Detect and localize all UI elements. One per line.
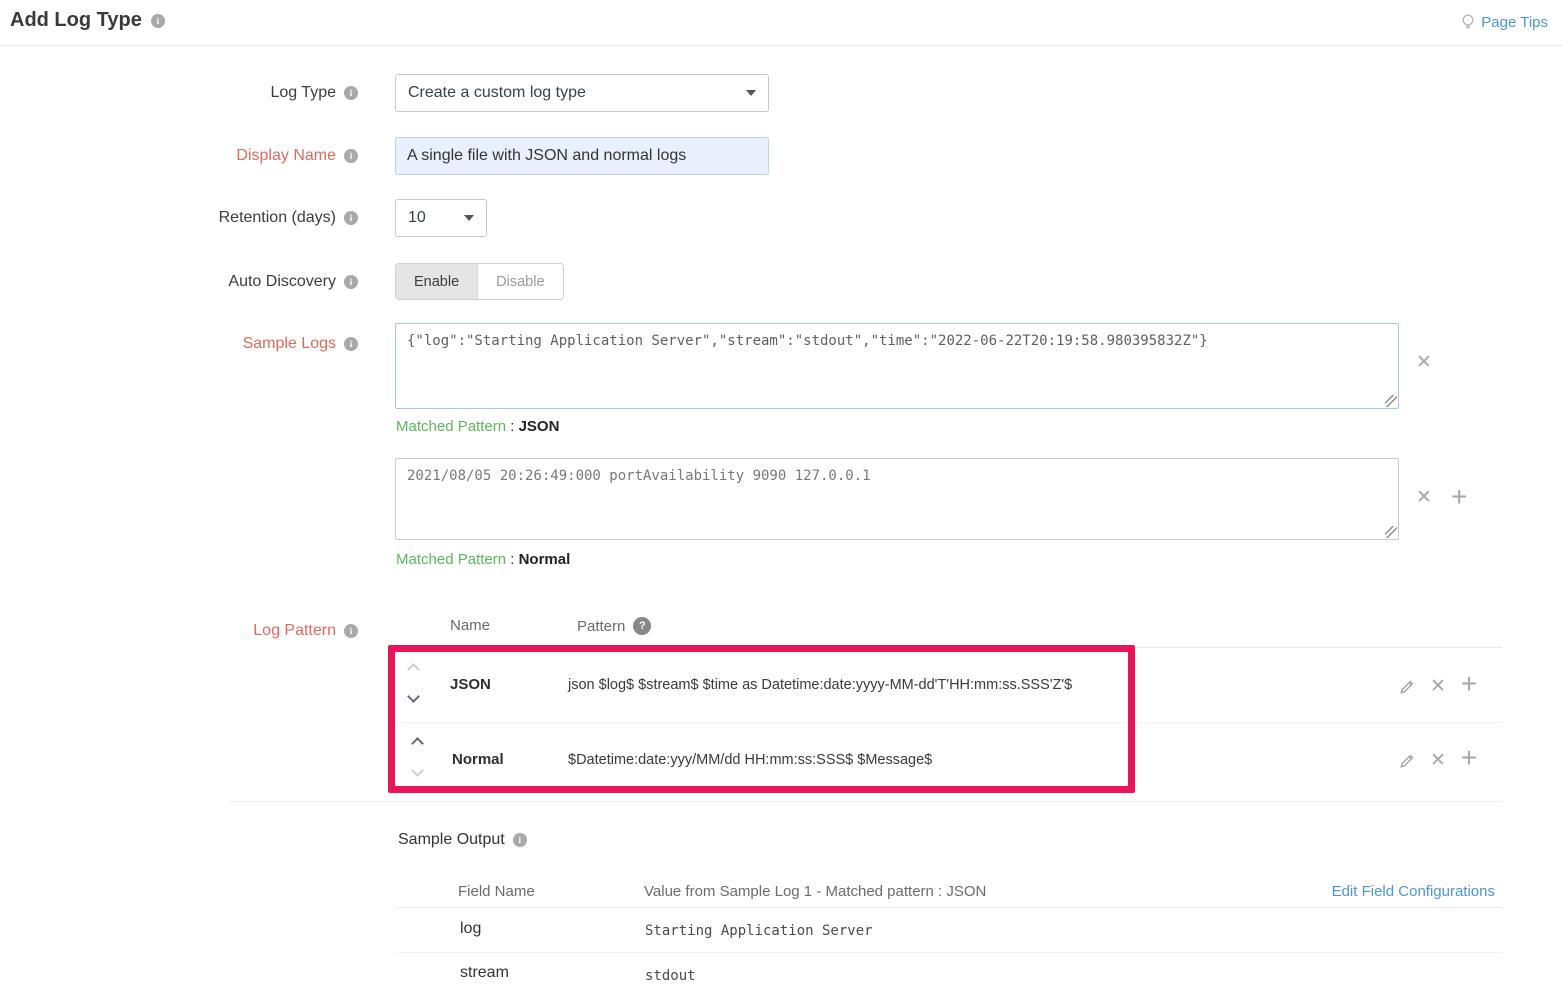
matched-pattern-2: Matched Pattern : Normal: [396, 551, 570, 568]
pattern-row-pattern: json $log$ $stream$ $time as Datetime:da…: [568, 677, 1072, 693]
edit-field-configurations-link[interactable]: Edit Field Configurations: [1332, 883, 1495, 900]
sample-output-label-text: Sample Output: [398, 831, 505, 849]
info-icon[interactable]: i: [344, 86, 358, 100]
retention-label-text: Retention (days): [219, 209, 336, 227]
output-field-name: stream: [460, 964, 509, 982]
move-down-json-icon[interactable]: [407, 690, 420, 703]
info-icon[interactable]: i: [344, 624, 358, 638]
display-name-label: Display Name i: [0, 137, 358, 175]
auto-discovery-label: Auto Discovery i: [0, 263, 358, 300]
sample-log-entry-1: {"log":"Starting Application Server","st…: [395, 323, 1399, 409]
add-log-type-page: Add Log Type i Page Tips Log Type i Crea…: [0, 0, 1562, 992]
matched-pattern-label: Matched Pattern: [396, 551, 506, 568]
log-pattern-label: Log Pattern i: [0, 618, 358, 644]
auto-discovery-enable-button[interactable]: Enable: [396, 264, 478, 299]
help-icon[interactable]: ?: [633, 617, 651, 635]
chevron-down-icon: [464, 215, 474, 221]
pattern-column-text: Pattern: [577, 618, 625, 635]
sample-log-textarea-2[interactable]: 2021/08/05 20:26:49:000 portAvailability…: [396, 459, 1398, 539]
pattern-row-actions: ✕ +: [1399, 749, 1477, 772]
auto-discovery-label-text: Auto Discovery: [228, 273, 336, 291]
lightbulb-icon: [1461, 13, 1475, 32]
chevron-down-icon: [746, 90, 756, 96]
info-icon[interactable]: i: [344, 337, 358, 351]
page-title: Add Log Type i: [10, 9, 165, 32]
remove-sample-log-2-icon[interactable]: ✕: [1416, 488, 1432, 507]
log-type-selected-value: Create a custom log type: [408, 84, 586, 102]
log-type-label-text: Log Type: [270, 84, 336, 102]
field-name-column-text: Field Name: [458, 883, 535, 900]
log-type-label: Log Type i: [0, 74, 358, 112]
info-icon[interactable]: i: [344, 275, 358, 289]
log-pattern-name-column: Name: [450, 617, 490, 634]
log-pattern-pattern-column: Pattern ?: [577, 617, 651, 635]
retention-selected-value: 10: [408, 209, 426, 227]
matched-pattern-1: Matched Pattern : JSON: [396, 418, 559, 435]
edit-pattern-icon[interactable]: [1399, 679, 1415, 695]
info-icon[interactable]: i: [151, 14, 165, 28]
row-divider: [396, 722, 1502, 723]
section-divider: [230, 801, 1502, 802]
page-title-text: Add Log Type: [10, 9, 142, 32]
info-icon[interactable]: i: [513, 833, 527, 847]
row-divider: [395, 952, 1502, 953]
matched-pattern-label: Matched Pattern: [396, 418, 506, 435]
sample-log-entry-2: 2021/08/05 20:26:49:000 portAvailability…: [395, 458, 1399, 540]
add-pattern-icon[interactable]: +: [1461, 670, 1477, 698]
output-field-value: stdout: [645, 968, 696, 984]
display-name-label-text: Display Name: [236, 147, 336, 165]
name-column-text: Name: [450, 617, 490, 634]
add-sample-log-icon[interactable]: +: [1451, 483, 1467, 511]
retention-select[interactable]: 10: [395, 199, 487, 237]
pattern-row-name: JSON: [450, 676, 491, 693]
move-down-normal-icon[interactable]: [411, 764, 424, 777]
output-field-value: Starting Application Server: [645, 923, 873, 939]
move-up-normal-icon[interactable]: [411, 737, 424, 750]
header-divider: [0, 45, 1562, 46]
output-field-name: log: [460, 920, 481, 938]
delete-pattern-icon[interactable]: ✕: [1430, 751, 1446, 770]
info-icon[interactable]: i: [344, 211, 358, 225]
value-column-text: Value from Sample Log 1 - Matched patter…: [644, 883, 986, 900]
matched-pattern-value: JSON: [519, 418, 560, 435]
page-tips-link[interactable]: Page Tips: [1461, 13, 1548, 32]
display-name-input[interactable]: [395, 137, 769, 175]
pattern-row-name: Normal: [452, 751, 504, 768]
auto-discovery-disable-button[interactable]: Disable: [478, 264, 562, 299]
log-pattern-label-text: Log Pattern: [253, 622, 336, 640]
value-column: Value from Sample Log 1 - Matched patter…: [644, 883, 986, 900]
highlight-annotation-box: [388, 645, 1135, 793]
table-header-divider: [395, 907, 1502, 908]
sample-logs-label: Sample Logs i: [0, 323, 358, 363]
pattern-row-actions: ✕ +: [1399, 675, 1477, 698]
delete-pattern-icon[interactable]: ✕: [1430, 677, 1446, 696]
table-header-divider: [450, 647, 1502, 648]
sample-output-label: Sample Output i: [398, 831, 527, 849]
pattern-row-pattern: $Datetime:date:yyy/MM/dd HH:mm:ss:SSS$ $…: [568, 752, 932, 768]
field-name-column: Field Name: [458, 883, 535, 900]
add-pattern-icon[interactable]: +: [1461, 744, 1477, 772]
remove-sample-log-1-icon[interactable]: ✕: [1416, 353, 1432, 372]
auto-discovery-toggle: Enable Disable: [395, 263, 564, 300]
info-icon[interactable]: i: [344, 149, 358, 163]
sample-log-textarea-1[interactable]: {"log":"Starting Application Server","st…: [396, 324, 1398, 408]
sample-logs-label-text: Sample Logs: [243, 335, 336, 353]
move-up-json-icon[interactable]: [407, 663, 420, 676]
edit-pattern-icon[interactable]: [1399, 753, 1415, 769]
matched-pattern-value: Normal: [519, 551, 571, 568]
log-type-select[interactable]: Create a custom log type: [395, 74, 769, 112]
retention-label: Retention (days) i: [0, 199, 358, 237]
page-tips-label: Page Tips: [1481, 14, 1548, 31]
